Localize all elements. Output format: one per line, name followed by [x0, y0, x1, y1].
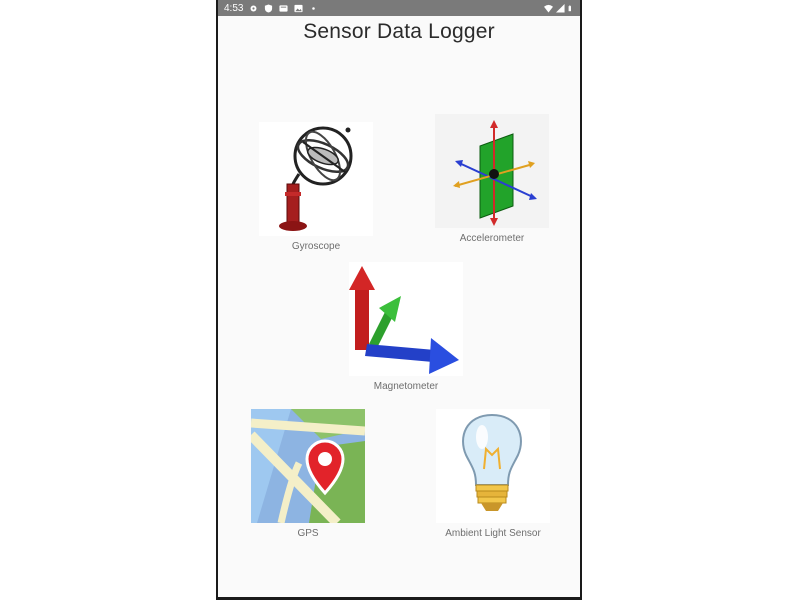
gyroscope-label: Gyroscope — [291, 241, 341, 252]
status-bar: 4:53 — [218, 0, 580, 16]
gyroscope-tile[interactable]: Gyroscope — [258, 122, 374, 252]
gps-tile[interactable]: GPS — [250, 409, 366, 539]
gps-label: GPS — [297, 528, 319, 539]
signal-icon — [556, 3, 565, 13]
map-pin-icon — [251, 409, 365, 523]
gyroscope-icon — [259, 122, 373, 236]
photo-icon — [294, 4, 304, 12]
shield-icon — [265, 3, 273, 13]
magnetometer-icon — [349, 262, 463, 376]
dot-icon — [312, 6, 316, 10]
accelerometer-label: Accelerometer — [459, 233, 525, 244]
card-icon — [279, 4, 289, 12]
ambient-light-tile[interactable]: Ambient Light Sensor — [435, 409, 551, 539]
light-bulb-icon — [436, 409, 550, 523]
status-time: 4:53 — [224, 2, 244, 14]
ambient-light-label: Ambient Light Sensor — [445, 528, 541, 539]
accelerometer-tile[interactable]: Accelerometer — [434, 114, 550, 244]
phone-screen: 4:53 Sensor Data Logger Gyroscope Accele… — [216, 0, 582, 600]
wifi-icon — [544, 4, 553, 13]
settings-icon — [250, 5, 257, 11]
magnetometer-label: Magnetometer — [373, 381, 439, 392]
page-title: Sensor Data Logger — [303, 20, 495, 43]
accelerometer-icon — [435, 114, 549, 228]
magnetometer-tile[interactable]: Magnetometer — [348, 262, 464, 392]
battery-icon — [568, 5, 571, 11]
